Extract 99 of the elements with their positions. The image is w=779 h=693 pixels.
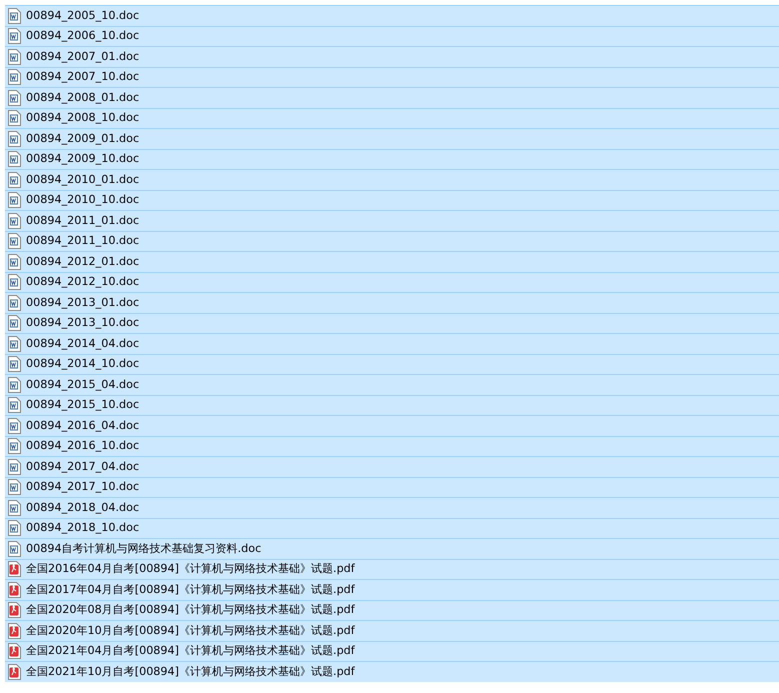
file-name: 00894_2014_10.doc [26,356,140,372]
file-name: 00894_2009_01.doc [26,130,140,147]
file-name: 00894_2012_01.doc [26,254,140,270]
file-row[interactable]: 00894_2013_01.doc [5,292,779,312]
file-row[interactable]: 00894_2018_10.doc [5,518,779,538]
file-name: 全国2017年04月自考[00894]《计算机与网络技术基础》试题.pdf [26,582,355,598]
file-name: 00894_2015_04.doc [26,376,140,393]
file-row[interactable]: 00894_2016_04.doc [5,415,779,436]
file-row[interactable]: 全国2017年04月自考[00894]《计算机与网络技术基础》试题.pdf [5,579,779,600]
document-icon [8,110,21,126]
file-row[interactable]: 00894_2007_01.doc [5,46,779,66]
document-icon [8,192,21,208]
file-row[interactable]: 00894_2012_01.doc [5,251,779,272]
document-icon [8,254,21,270]
file-row[interactable]: 00894_2017_10.doc [5,476,779,497]
file-name: 00894_2005_10.doc [26,8,140,24]
file-name: 00894自考计算机与网络技术基础复习资料.doc [26,540,262,557]
file-name: 00894_2006_10.doc [26,28,140,44]
pdf-icon [8,664,21,680]
file-name: 00894_2010_10.doc [26,192,140,208]
file-row[interactable]: 00894_2008_10.doc [5,108,779,128]
file-name: 全国2020年08月自考[00894]《计算机与网络技术基础》试题.pdf [26,602,355,618]
pdf-icon [8,582,21,598]
file-row[interactable]: 00894_2016_10.doc [5,436,779,456]
file-row[interactable]: 00894自考计算机与网络技术基础复习资料.doc [5,538,779,558]
document-icon [8,438,21,454]
document-icon [8,397,21,414]
file-name: 全国2021年10月自考[00894]《计算机与网络技术基础》试题.pdf [26,664,355,680]
document-icon [8,479,21,496]
document-icon [8,336,21,352]
file-name: 00894_2013_01.doc [26,294,140,311]
file-name: 00894_2018_10.doc [26,520,140,536]
document-icon [8,418,21,434]
file-row[interactable]: 00894_2011_10.doc [5,230,779,251]
file-row[interactable]: 00894_2009_10.doc [5,148,779,169]
file-row[interactable]: 00894_2007_10.doc [5,66,779,87]
file-name: 全国2021年04月自考[00894]《计算机与网络技术基础》试题.pdf [26,643,355,660]
pdf-icon [8,561,21,578]
file-name: 00894_2018_04.doc [26,500,140,516]
document-icon [8,28,21,44]
document-icon [8,172,21,188]
file-name: 00894_2008_10.doc [26,110,140,126]
file-row[interactable]: 全国2016年04月自考[00894]《计算机与网络技术基础》试题.pdf [5,558,779,579]
file-row[interactable]: 00894_2006_10.doc [5,26,779,46]
file-row[interactable]: 00894_2013_10.doc [5,312,779,333]
pdf-icon [8,602,21,618]
file-row[interactable]: 00894_2018_04.doc [5,497,779,518]
file-row[interactable]: 全国2021年04月自考[00894]《计算机与网络技术基础》试题.pdf [5,640,779,661]
document-icon [8,233,21,250]
file-name: 00894_2010_01.doc [26,172,140,188]
file-row[interactable]: 00894_2009_01.doc [5,128,779,148]
file-row[interactable]: 00894_2017_04.doc [5,456,779,476]
file-name: 00894_2007_01.doc [26,48,140,65]
file-name: 00894_2008_01.doc [26,90,140,106]
file-name: 00894_2009_10.doc [26,151,140,168]
file-name: 00894_2016_10.doc [26,438,140,454]
file-row[interactable]: 00894_2010_10.doc [5,190,779,210]
file-row[interactable]: 00894_2011_01.doc [5,210,779,230]
file-row[interactable]: 00894_2012_10.doc [5,272,779,292]
file-name: 全国2020年10月自考[00894]《计算机与网络技术基础》试题.pdf [26,622,355,639]
file-name: 00894_2007_10.doc [26,69,140,86]
file-row[interactable]: 00894_2015_10.doc [5,394,779,415]
file-row[interactable]: 00894_2014_04.doc [5,333,779,354]
document-icon [8,8,21,24]
file-row[interactable]: 00894_2014_10.doc [5,354,779,374]
file-row[interactable]: 全国2020年10月自考[00894]《计算机与网络技术基础》试题.pdf [5,620,779,640]
file-name: 00894_2016_04.doc [26,418,140,434]
file-name: 00894_2014_04.doc [26,336,140,352]
document-icon [8,315,21,332]
document-icon [8,130,21,147]
document-icon [8,212,21,229]
file-name: 全国2016年04月自考[00894]《计算机与网络技术基础》试题.pdf [26,561,355,578]
file-name: 00894_2012_10.doc [26,274,140,290]
document-icon [8,540,21,557]
file-row[interactable]: 00894_2005_10.doc [5,5,779,26]
file-name: 00894_2011_01.doc [26,212,140,229]
pdf-icon [8,643,21,660]
document-icon [8,90,21,106]
file-row[interactable]: 全国2020年08月自考[00894]《计算机与网络技术基础》试题.pdf [5,600,779,620]
document-icon [8,48,21,65]
document-icon [8,274,21,290]
file-row[interactable]: 全国2021年10月自考[00894]《计算机与网络技术基础》试题.pdf [5,661,779,682]
document-icon [8,520,21,536]
file-row[interactable]: 00894_2008_01.doc [5,87,779,108]
pdf-icon [8,622,21,639]
document-icon [8,458,21,475]
file-name: 00894_2015_10.doc [26,397,140,414]
document-icon [8,356,21,372]
document-icon [8,376,21,393]
document-icon [8,69,21,86]
file-name: 00894_2017_10.doc [26,479,140,496]
document-icon [8,151,21,168]
file-row[interactable]: 00894_2010_01.doc [5,169,779,190]
file-row[interactable]: 00894_2015_04.doc [5,374,779,394]
file-name: 00894_2013_10.doc [26,315,140,332]
document-icon [8,294,21,311]
file-name: 00894_2017_04.doc [26,458,140,475]
document-icon [8,500,21,516]
file-name: 00894_2011_10.doc [26,233,140,250]
